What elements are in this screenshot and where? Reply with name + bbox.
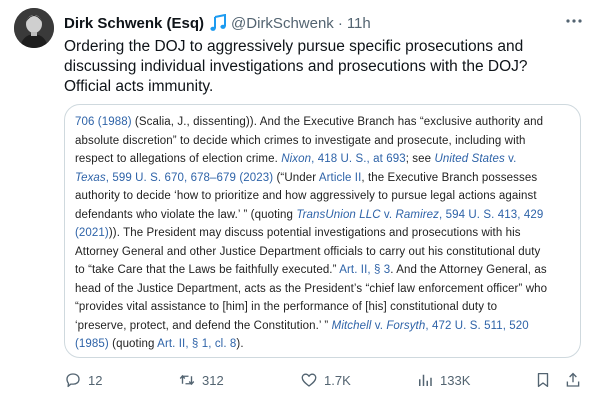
bookmark-icon <box>537 372 549 388</box>
reply-button[interactable]: 12 <box>64 368 102 392</box>
excerpt-text: respect to allegations of election crime… <box>75 153 282 165</box>
excerpt-text: ). <box>236 338 244 350</box>
tweet-text-line: discussing individual investigations and… <box>64 58 528 75</box>
excerpt-line: 706 (1988) (Scalia, J., dissenting)). An… <box>75 113 575 132</box>
excerpt-line: (2021))). The President may discuss pote… <box>75 224 575 243</box>
tweet-text: Ordering the DOJ to aggressively pursue … <box>64 37 584 97</box>
citation-link: v. <box>380 208 396 221</box>
author-handle[interactable]: @DirkSchwenk <box>231 15 334 32</box>
tweet-text-line: Ordering the DOJ to aggressively pursue … <box>64 38 524 55</box>
excerpt-text: “provides vital assistance to [him] in t… <box>75 301 498 313</box>
excerpt-text: (quoting <box>108 338 158 350</box>
excerpt-text: to “take Care that the Laws be faithfull… <box>75 264 340 276</box>
excerpt-line: to “take Care that the Laws be faithfull… <box>75 261 575 280</box>
citation-link: (2021) <box>75 227 109 239</box>
excerpt-line: Texas, 599 U. S. 670, 678–679 (2023) (“U… <box>75 169 575 188</box>
excerpt-line: absolute discretion” to decide which cri… <box>75 132 575 151</box>
excerpt-text: head of the Justice Department, acts as … <box>75 282 548 295</box>
separator-dot: · <box>337 14 343 32</box>
action-bar: 12 312 1.7K 133K <box>64 368 584 392</box>
excerpt-text: authority to decide ‘how to prioritize a… <box>75 190 537 202</box>
views-button[interactable]: 133K <box>416 368 470 392</box>
excerpt-line: defendants who violate the law.’ ” (quot… <box>75 206 575 225</box>
music-note-icon <box>209 13 227 32</box>
case-name-link: Forsyth <box>386 319 426 332</box>
tweet[interactable]: Dirk Schwenk (Esq) @DirkSchwenk · 11h Or… <box>0 0 598 401</box>
case-name-link: Texas <box>75 171 106 184</box>
citation-link: v. <box>504 153 517 165</box>
repost-icon <box>179 374 195 386</box>
excerpt-line: authority to decide ‘how to prioritize a… <box>75 187 575 206</box>
citation-link: (1985) <box>75 338 109 350</box>
attached-image-excerpt[interactable]: 706 (1988) (Scalia, J., dissenting)). An… <box>64 104 581 358</box>
citation-link: Art. II, § 3 <box>339 264 391 276</box>
more-dots-icon <box>566 19 582 23</box>
timestamp[interactable]: 11h <box>347 15 371 32</box>
excerpt-text: (“Under <box>273 171 319 184</box>
excerpt-line: (1985) (quoting Art. II, § 1, cl. 8). <box>75 335 575 354</box>
excerpt-line: ‘preserve, protect, and defend the Const… <box>75 317 575 336</box>
excerpt-text: ‘preserve, protect, and defend the Const… <box>75 319 332 332</box>
citation-link: , 418 U. S., at 693 <box>311 153 406 165</box>
reply-icon <box>66 373 80 388</box>
excerpt-text: (Scalia, J., dissenting)). And the Execu… <box>131 116 544 128</box>
excerpt-text: )). The President may discuss potential … <box>108 227 521 239</box>
avatar-portrait-icon <box>14 8 54 48</box>
case-name-link: TransUnion LLC <box>296 208 381 221</box>
repost-button[interactable]: 312 <box>178 368 224 392</box>
share-icon <box>566 372 580 387</box>
case-name-link: Mitchell <box>331 319 372 332</box>
excerpt-text: defendants who violate the law.’ ” (quot… <box>75 208 297 221</box>
citation-link: , 594 U. S. 413, 429 <box>439 208 544 221</box>
excerpt-text: ; see <box>405 153 435 165</box>
excerpt-text: , the Executive Branch possesses <box>361 171 538 184</box>
case-name-link: United States <box>434 153 505 165</box>
more-button[interactable] <box>564 12 584 30</box>
repost-count: 312 <box>202 372 224 388</box>
citation-link: 706 (1988) <box>75 116 132 128</box>
author-name[interactable]: Dirk Schwenk (Esq) <box>64 15 204 32</box>
case-name-link: Ramirez <box>395 208 440 221</box>
citation-link: Art. II, § 1, cl. 8 <box>157 338 237 350</box>
tweet-header: Dirk Schwenk (Esq) @DirkSchwenk · 11h <box>64 12 586 34</box>
like-button[interactable]: 1.7K <box>300 368 351 392</box>
excerpt-line: Attorney General and other Justice Depar… <box>75 243 575 262</box>
avatar[interactable] <box>14 8 54 48</box>
excerpt-text: . And the Attorney General, as <box>390 264 547 276</box>
share-button[interactable] <box>564 368 588 392</box>
excerpt-text: Attorney General and other Justice Depar… <box>75 245 541 258</box>
views-bar-icon <box>419 374 432 386</box>
reply-count: 12 <box>88 372 103 388</box>
excerpt-line: respect to allegations of election crime… <box>75 150 575 169</box>
case-name-link: Nixon <box>281 153 312 165</box>
excerpt-line: head of the Justice Department, acts as … <box>75 280 575 299</box>
excerpt-text: absolute discretion” to decide which cri… <box>75 134 526 147</box>
citation-link: , 599 U. S. 670, 678–679 (2023) <box>105 171 274 184</box>
citation-link: Article II <box>318 171 362 184</box>
tweet-text-line: Official acts immunity. <box>64 78 214 95</box>
excerpt-line: “provides vital assistance to [him] in t… <box>75 298 575 317</box>
like-count: 1.7K <box>324 372 351 388</box>
view-count: 133K <box>440 372 471 388</box>
citation-link: v. <box>371 319 387 332</box>
citation-link: , 472 U. S. 511, 520 <box>425 319 529 332</box>
bookmark-button[interactable] <box>534 368 558 392</box>
court-opinion-excerpt: 706 (1988) (Scalia, J., dissenting)). An… <box>75 113 575 354</box>
heart-icon <box>301 373 317 387</box>
